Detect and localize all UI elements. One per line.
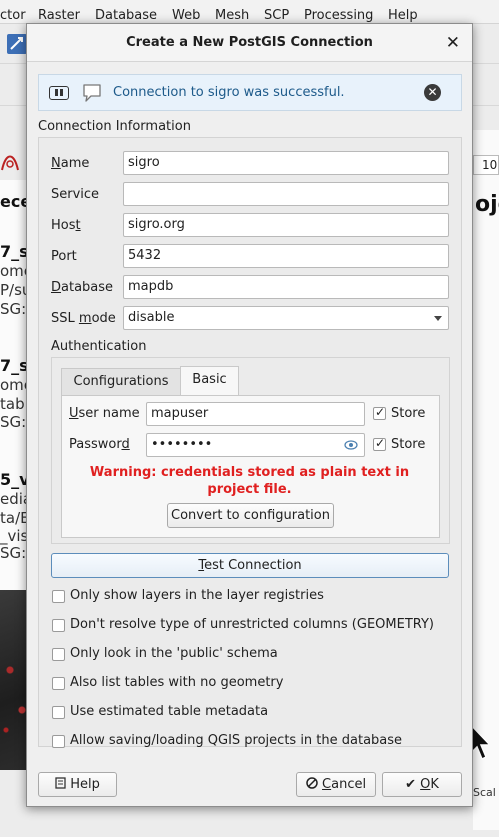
ssl-mode-value: disable <box>128 310 175 325</box>
name-input[interactable]: sigro <box>123 151 449 175</box>
ok-button[interactable]: ✔ OK <box>382 772 462 797</box>
username-input[interactable]: mapuser <box>146 402 365 426</box>
bg-status-text: Scal <box>473 786 496 799</box>
bg-scale-box[interactable]: 10 <box>473 155 499 175</box>
port-input[interactable]: 5432 <box>123 244 449 268</box>
menu-raster[interactable]: Raster <box>38 8 80 23</box>
curve-tool-icon[interactable] <box>0 150 22 174</box>
success-message-bar: Connection to sigro was successful. ✕ <box>38 74 462 111</box>
bg-text: tabl <box>0 395 29 413</box>
message-bubble-icon <box>83 84 101 102</box>
store-password-checkbox[interactable] <box>373 436 386 451</box>
show-password-eye-icon[interactable] <box>344 440 358 450</box>
password-label: Password <box>69 437 130 452</box>
convert-to-configuration-button[interactable]: Convert to configuration <box>167 503 334 528</box>
dont-resolve-geometry-label: Don't resolve type of unrestricted colum… <box>70 617 434 632</box>
tab-basic[interactable]: Basic <box>180 366 239 396</box>
estimated-metadata-label: Use estimated table metadata <box>70 704 269 719</box>
dont-resolve-geometry-checkbox[interactable] <box>52 619 65 632</box>
host-input[interactable]: sigro.org <box>123 213 449 237</box>
toolbar-tool-icon[interactable] <box>6 32 28 56</box>
bg-text: _vis <box>0 527 29 545</box>
estimated-metadata-checkbox[interactable] <box>52 706 65 719</box>
cancel-button[interactable]: Cancel <box>296 772 376 797</box>
password-value: •••••••• <box>151 437 213 452</box>
list-no-geometry-checkbox[interactable] <box>52 677 65 690</box>
allow-project-storage-checkbox[interactable] <box>52 735 65 748</box>
only-registry-layers-checkbox[interactable] <box>52 590 65 603</box>
public-schema-only-checkbox[interactable] <box>52 648 65 661</box>
message-text: Connection to sigro was successful. <box>113 85 345 100</box>
list-no-geometry-label: Also list tables with no geometry <box>70 675 284 690</box>
store-username-label: Store <box>391 406 426 421</box>
plain-text-warning: Warning: credentials stored as plain tex… <box>89 465 410 497</box>
authentication-title: Authentication <box>51 339 147 354</box>
port-label: Port <box>51 249 77 264</box>
name-label: Name <box>51 156 90 171</box>
username-label: User name <box>69 406 140 421</box>
only-registry-layers-label: Only show layers in the layer registries <box>70 588 324 603</box>
postgis-connection-dialog: Create a New PostGIS Connection ✕ Connec… <box>26 23 473 807</box>
allow-project-storage-label: Allow saving/loading QGIS projects in th… <box>70 733 403 748</box>
password-input[interactable]: •••••••• <box>146 433 365 457</box>
dialog-title: Create a New PostGIS Connection <box>126 35 373 50</box>
close-message-icon[interactable]: ✕ <box>424 84 441 101</box>
tab-configurations[interactable]: Configurations <box>61 368 181 396</box>
menu-mesh[interactable]: Mesh <box>215 8 249 23</box>
menu-scp[interactable]: SCP <box>264 8 289 23</box>
ssl-mode-select[interactable]: disable <box>123 306 449 330</box>
database-label: Database <box>51 280 114 295</box>
service-input[interactable] <box>123 182 449 206</box>
public-schema-only-label: Only look in the 'public' schema <box>70 646 278 661</box>
menu-web[interactable]: Web <box>172 8 200 23</box>
connection-info-title: Connection Information <box>38 119 191 134</box>
checkmark-icon: ✔ <box>405 777 416 792</box>
menu-processing[interactable]: Processing <box>304 8 373 23</box>
help-book-icon <box>55 777 66 789</box>
cancel-icon <box>306 777 318 789</box>
close-icon[interactable]: ✕ <box>446 24 460 62</box>
chevron-down-icon <box>434 316 442 321</box>
store-username-checkbox[interactable] <box>373 405 386 420</box>
help-button[interactable]: Help <box>38 772 117 797</box>
ssl-mode-label: SSL mode <box>51 311 116 326</box>
host-label: Host <box>51 218 81 233</box>
menu-help[interactable]: Help <box>388 8 418 23</box>
pause-icon[interactable] <box>49 86 69 100</box>
test-connection-button[interactable]: Test Connection <box>51 553 449 578</box>
menu-database[interactable]: Database <box>95 8 157 23</box>
menu-bar: ctor Raster Database Web Mesh SCP Proces… <box>0 0 499 24</box>
dialog-titlebar: Create a New PostGIS Connection ✕ <box>27 24 472 62</box>
store-password-label: Store <box>391 437 426 452</box>
database-input[interactable]: mapdb <box>123 275 449 299</box>
service-label: Service <box>51 187 100 202</box>
menu-vector[interactable]: ctor <box>0 8 26 23</box>
bg-title: oje <box>475 192 499 217</box>
